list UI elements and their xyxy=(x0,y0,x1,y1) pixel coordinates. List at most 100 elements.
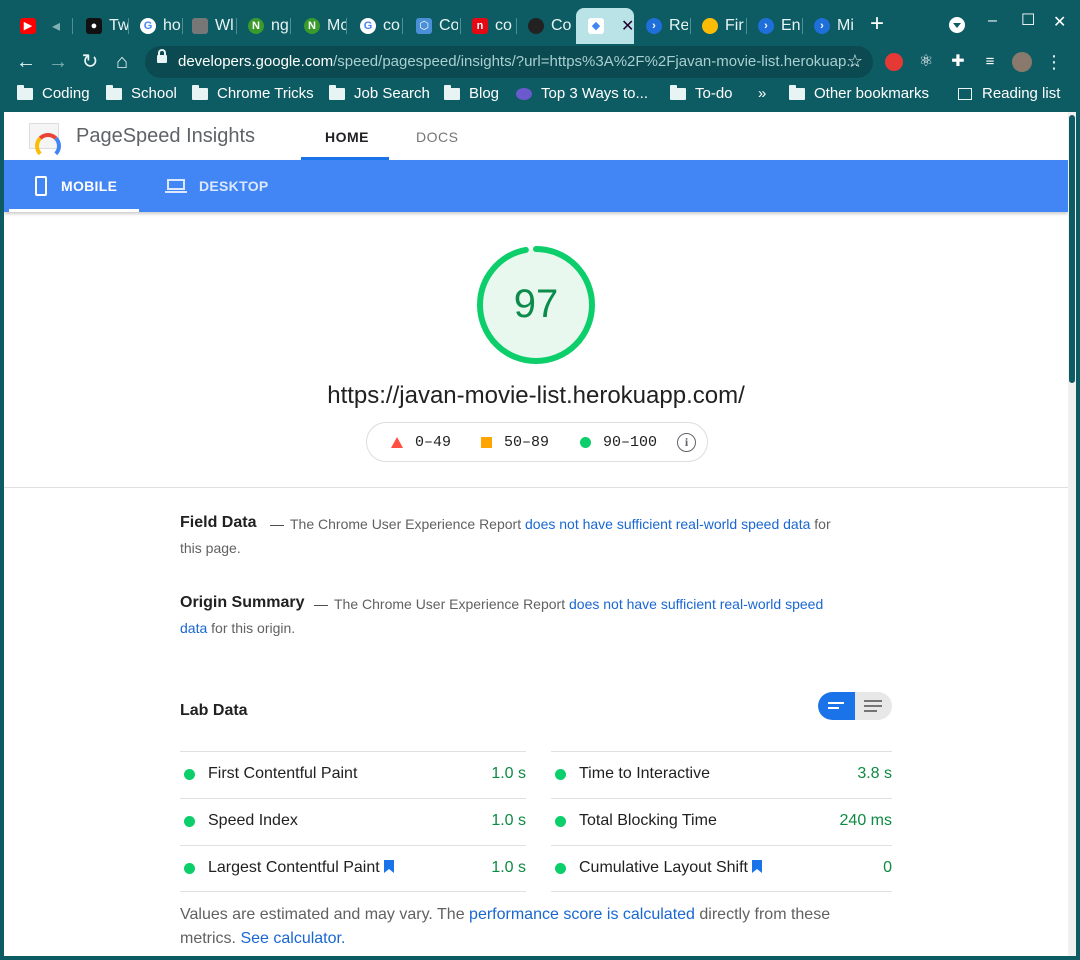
laptop-icon xyxy=(165,179,187,193)
browser-tab[interactable]: Fir xyxy=(690,8,744,44)
device-bar: MOBILE DESKTOP xyxy=(4,160,1068,212)
chrome-icon xyxy=(702,18,718,34)
browser-tab[interactable]: Gho xyxy=(128,8,182,44)
bookmark-school[interactable]: School xyxy=(106,84,177,102)
metric-value: 1.0 s xyxy=(491,812,526,829)
browser-tab[interactable]: Co xyxy=(516,8,574,44)
see-calculator-link[interactable]: See calculator. xyxy=(240,930,345,947)
tab-home[interactable]: HOME xyxy=(325,129,369,145)
pass-dot-icon xyxy=(184,863,195,874)
bookmark-other[interactable]: Other bookmarks xyxy=(789,84,929,102)
new-tab-button[interactable]: + xyxy=(870,12,884,36)
divider xyxy=(4,487,1068,488)
bookmark-top-3-ways[interactable]: Top 3 Ways to... xyxy=(516,85,648,102)
metric-value: 240 ms xyxy=(839,812,892,829)
origin-summary-text: — The Chrome User Experience Report does … xyxy=(180,596,824,636)
bookmark-coding[interactable]: Coding xyxy=(17,84,90,102)
terminal-icon: › xyxy=(646,18,662,34)
puzzle-icon[interactable]: ✚ xyxy=(949,53,967,71)
page-content: PageSpeed Insights HOME DOCS MOBILE DESK… xyxy=(4,112,1068,956)
metric-value: 1.0 s xyxy=(491,859,526,876)
wl-icon xyxy=(192,18,208,34)
info-icon[interactable]: i xyxy=(677,433,696,452)
reading-list-icon xyxy=(958,87,972,100)
bookmark-blog[interactable]: Blog xyxy=(444,84,499,102)
window-close-button[interactable]: ✕ xyxy=(1053,12,1066,32)
phone-icon xyxy=(35,176,47,196)
mute-icon[interactable]: ◂ xyxy=(40,8,68,44)
folder-icon xyxy=(192,84,208,100)
folder-icon xyxy=(17,84,33,100)
psi-header: PageSpeed Insights HOME DOCS xyxy=(4,112,1068,160)
browser-tab[interactable]: Nng xyxy=(236,8,290,44)
extension-icon[interactable] xyxy=(885,53,903,71)
detail-view-button[interactable] xyxy=(864,700,882,715)
reload-icon[interactable]: ↻ xyxy=(78,50,102,74)
triangle-icon xyxy=(391,437,403,448)
summary-view-button[interactable] xyxy=(818,692,855,720)
site-icon xyxy=(516,87,532,100)
view-toggle xyxy=(818,692,892,720)
metric-name: Cumulative Layout Shift xyxy=(579,859,762,877)
bookmark-icon xyxy=(751,860,762,873)
bookmark-to-do[interactable]: To-do xyxy=(670,84,733,102)
browser-tab[interactable]: Gco xyxy=(348,8,402,44)
address-bar[interactable]: developers.google.com/speed/pagespeed/in… xyxy=(145,46,873,78)
metric-value: 0 xyxy=(883,859,892,876)
browser-tab[interactable]: ● Tw xyxy=(74,8,128,44)
forward-icon[interactable]: → xyxy=(46,50,70,74)
browser-tab[interactable]: N Mc xyxy=(292,8,346,44)
menu-icon[interactable]: ⋮ xyxy=(1042,50,1066,74)
metric-value: 3.8 s xyxy=(857,765,892,782)
folder-icon xyxy=(670,84,686,100)
tab-mobile[interactable]: MOBILE xyxy=(35,160,117,212)
field-data-text: — The Chrome User Experience Report does … xyxy=(180,516,831,556)
home-icon[interactable]: ⌂ xyxy=(110,50,134,74)
scrollbar-thumb[interactable] xyxy=(1069,115,1075,383)
youtube-icon: ▶ xyxy=(20,18,36,34)
netflix-icon: n xyxy=(472,18,488,34)
bookmarks-overflow-button[interactable]: » xyxy=(758,85,766,102)
square-icon xyxy=(481,437,492,448)
minimize-button[interactable]: – xyxy=(988,12,997,30)
tab-docs[interactable]: DOCS xyxy=(416,129,458,145)
tab-search-icon[interactable] xyxy=(949,17,965,33)
maximize-button[interactable]: ☐ xyxy=(1021,10,1035,30)
pass-dot-icon xyxy=(184,816,195,827)
url-text: developers.google.com/speed/pagespeed/in… xyxy=(178,53,859,70)
lab-data-title: Lab Data xyxy=(180,702,248,719)
close-icon[interactable]: ✕ xyxy=(621,16,634,36)
browser-tab-active[interactable]: ◆ ✕ xyxy=(576,8,634,44)
folder-icon xyxy=(789,84,805,100)
back-icon[interactable]: ← xyxy=(14,50,38,74)
browser-tab[interactable]: › En xyxy=(746,8,800,44)
bookmark-chrome-tricks[interactable]: Chrome Tricks xyxy=(192,84,314,102)
react-icon[interactable]: ⚛ xyxy=(917,53,935,71)
browser-tab[interactable]: n co xyxy=(460,8,514,44)
field-data-link[interactable]: does not have sufficient real-world spee… xyxy=(525,516,810,532)
browser-tab[interactable]: Wl xyxy=(180,8,234,44)
reading-list-button[interactable]: Reading list xyxy=(958,85,1060,102)
legend-fail: 0–49 xyxy=(391,434,451,451)
metric-name: First Contentful Paint xyxy=(208,765,358,782)
legend-average: 50–89 xyxy=(481,434,549,451)
brand-title: PageSpeed Insights xyxy=(76,125,256,147)
pass-dot-icon xyxy=(184,769,195,780)
folder-icon xyxy=(329,84,345,100)
terminal-icon: › xyxy=(758,18,774,34)
google-icon: G xyxy=(360,18,376,34)
browser-tab[interactable]: ⬡ Co xyxy=(404,8,458,44)
browser-tab[interactable]: › Mi xyxy=(802,8,856,44)
circle-icon xyxy=(580,437,591,448)
bookmark-job-search[interactable]: Job Search xyxy=(329,84,430,102)
avatar[interactable] xyxy=(1012,52,1032,72)
tab-desktop[interactable]: DESKTOP xyxy=(165,160,269,212)
psi-icon: ◆ xyxy=(588,18,604,34)
browser-tab[interactable]: › Re xyxy=(634,8,688,44)
media-icon[interactable]: ≡ xyxy=(981,53,999,71)
bookmark-star-icon[interactable]: ☆ xyxy=(847,51,863,72)
performance-score-link[interactable]: performance score is calculated xyxy=(469,906,695,923)
analyzed-url: https://javan-movie-list.herokuapp.com/ xyxy=(327,382,745,409)
score-legend: 0–49 50–89 90–100 i xyxy=(366,422,708,462)
metric-name: Total Blocking Time xyxy=(579,812,717,829)
